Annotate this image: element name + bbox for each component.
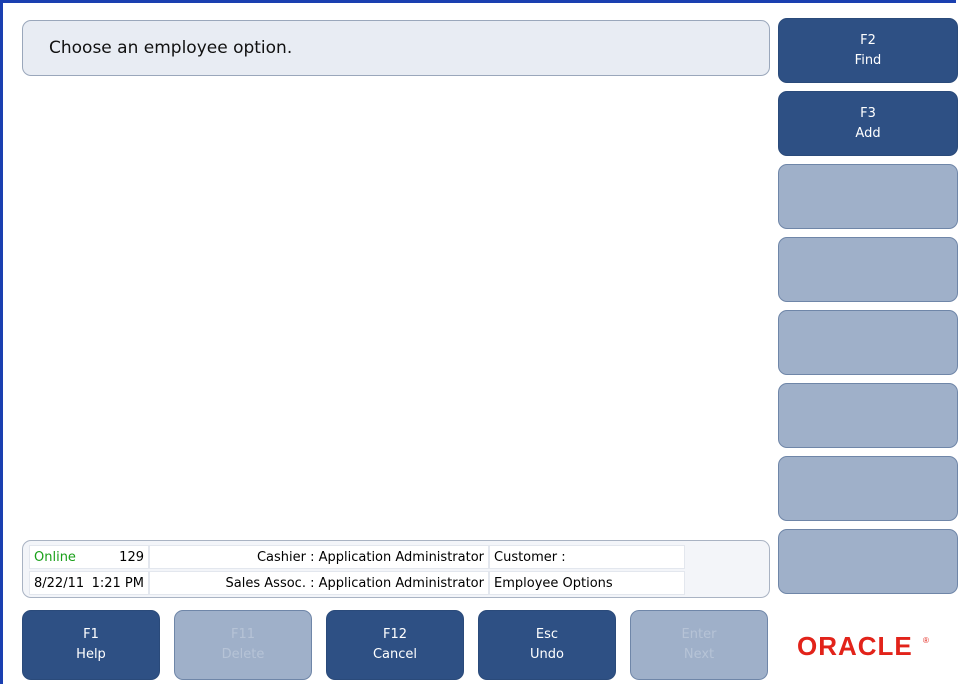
help-button[interactable]: F1 Help bbox=[22, 610, 160, 680]
cashier-text: Cashier : Application Administrator bbox=[256, 549, 484, 565]
help-key: F1 bbox=[83, 627, 99, 642]
status-connection-cell: Online 129 bbox=[29, 545, 149, 569]
register-number: 129 bbox=[119, 549, 144, 565]
delete-key: F11 bbox=[230, 627, 256, 642]
undo-key: Esc bbox=[535, 627, 559, 642]
find-key: F2 bbox=[860, 32, 876, 48]
status-date: 8/22/11 bbox=[34, 575, 85, 591]
oracle-logo-wordmark: ORACLE ® bbox=[797, 631, 929, 661]
add-key: F3 bbox=[860, 105, 876, 121]
status-datetime-cell: 8/22/11 1:21 PM bbox=[29, 571, 149, 595]
status-panel: Online 129 Cashier : Application Adminis… bbox=[22, 540, 770, 598]
customer-cell: Customer : bbox=[489, 545, 685, 569]
side-button-4 bbox=[778, 237, 958, 302]
status-row-2: 8/22/11 1:21 PM Sales Assoc. : Applicati… bbox=[29, 571, 763, 595]
side-button-5 bbox=[778, 310, 958, 375]
prompt-text: Choose an employee option. bbox=[49, 38, 293, 58]
undo-button[interactable]: Esc Undo bbox=[478, 610, 616, 680]
next-label: Next bbox=[683, 647, 715, 662]
customer-text: Customer : bbox=[494, 549, 566, 565]
screen-name: Employee Options bbox=[494, 575, 613, 591]
sales-assoc-cell: Sales Assoc. : Application Administrator bbox=[149, 571, 489, 595]
screen-name-cell: Employee Options bbox=[489, 571, 685, 595]
sales-assoc-text: Sales Assoc. : Application Administrator bbox=[225, 575, 484, 591]
cashier-cell: Cashier : Application Administrator bbox=[149, 545, 489, 569]
cancel-label: Cancel bbox=[372, 647, 418, 662]
status-time: 1:21 PM bbox=[91, 575, 144, 591]
oracle-logo: ORACLE ® bbox=[790, 626, 950, 666]
side-button-6 bbox=[778, 383, 958, 448]
add-label: Add bbox=[855, 125, 881, 141]
connection-status: Online bbox=[34, 549, 76, 565]
status-row-1: Online 129 Cashier : Application Adminis… bbox=[29, 545, 763, 569]
svg-text:®: ® bbox=[923, 636, 929, 645]
help-label: Help bbox=[76, 647, 106, 662]
next-key: Enter bbox=[681, 627, 717, 642]
add-button[interactable]: F3 Add bbox=[778, 91, 958, 156]
side-button-3 bbox=[778, 164, 958, 229]
cancel-key: F12 bbox=[382, 627, 408, 642]
prompt-bar: Choose an employee option. bbox=[22, 20, 770, 76]
cancel-button[interactable]: F12 Cancel bbox=[326, 610, 464, 680]
svg-text:ORACLE: ORACLE bbox=[797, 631, 913, 661]
work-area bbox=[22, 84, 770, 534]
delete-button: F11 Delete bbox=[174, 610, 312, 680]
next-button: Enter Next bbox=[630, 610, 768, 680]
side-button-8 bbox=[778, 529, 958, 594]
side-button-7 bbox=[778, 456, 958, 521]
find-button[interactable]: F2 Find bbox=[778, 18, 958, 83]
find-label: Find bbox=[854, 52, 882, 68]
undo-label: Undo bbox=[530, 647, 564, 662]
delete-label: Delete bbox=[221, 647, 265, 662]
